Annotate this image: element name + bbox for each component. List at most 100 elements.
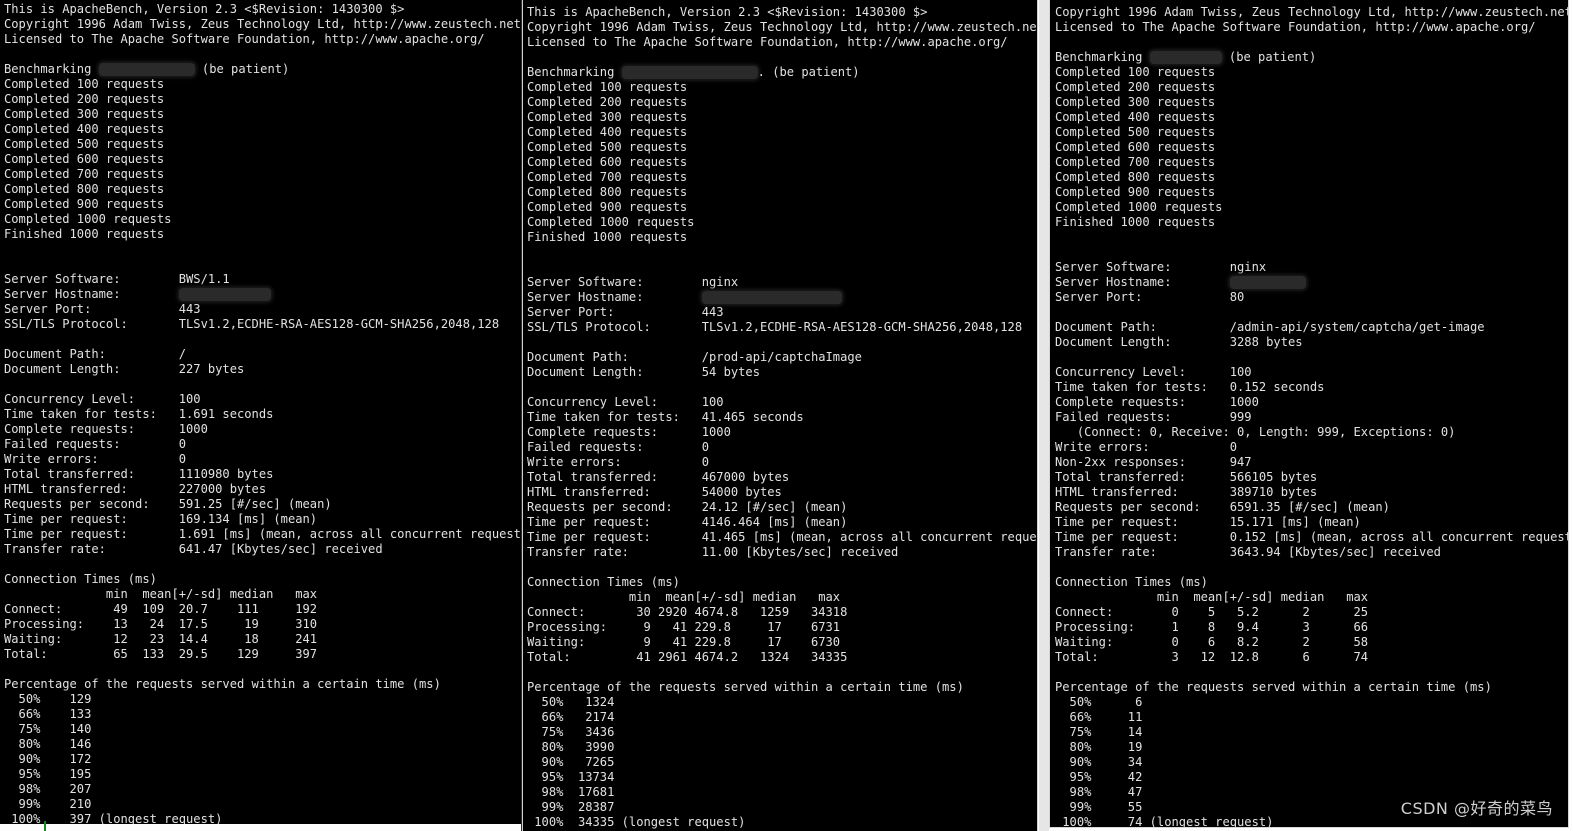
screenshot-collage: This is ApacheBench, Version 2.3 <$Revis…: [0, 0, 1573, 831]
terminal-line: Completed 300 requests: [4, 107, 165, 121]
terminal-line: Completed 200 requests: [4, 92, 165, 106]
terminal-line: Waiting: 0 6 8.2 2 58: [1055, 635, 1369, 649]
terminal-line: Server Hostname:: [1055, 275, 1568, 290]
terminal-line: (Connect: 0, Receive: 0, Length: 999, Ex…: [1055, 425, 1456, 439]
terminal-line: Completed 900 requests: [527, 200, 688, 214]
terminal-line: Concurrency Level: 100: [1055, 365, 1252, 379]
terminal-line: Completed 700 requests: [527, 170, 688, 184]
terminal-line: Connect: 30 2920 4674.8 1259 34318: [527, 605, 848, 619]
terminal-line: Time per request: 169.134 [ms] (mean): [4, 512, 318, 526]
terminal-line: Document Path: /prod-api/captchaImage: [527, 350, 862, 364]
terminal-line: Document Path: /: [4, 347, 187, 361]
terminal-line: Write errors: 0: [527, 455, 710, 469]
terminal-line: Write errors: 0: [4, 452, 187, 466]
redacted-hostname: [621, 66, 758, 79]
terminal-line: Completed 200 requests: [527, 95, 688, 109]
terminal-line: SSL/TLS Protocol: TLSv1.2,ECDHE-RSA-AES1…: [4, 317, 500, 331]
terminal-line: Server Port: 443: [527, 305, 724, 319]
terminal-line: 100% 34335 (longest request): [527, 815, 746, 829]
terminal-line: Document Length: 54 bytes: [527, 365, 760, 379]
terminal-line: Completed 1000 requests: [1055, 200, 1223, 214]
terminal-line: Completed 800 requests: [1055, 170, 1216, 184]
terminal-line: Copyright 1996 Adam Twiss, Zeus Technolo…: [527, 20, 1038, 34]
redacted-hostname: [701, 291, 842, 304]
redacted-hostname: [1229, 276, 1306, 289]
terminal-panel-2[interactable]: This is ApacheBench, Version 2.3 <$Revis…: [522, 0, 1038, 831]
terminal-line: Completed 500 requests: [527, 140, 688, 154]
terminal-line: Completed 600 requests: [527, 155, 688, 169]
terminal-line: Finished 1000 requests: [1055, 215, 1216, 229]
panel-gap: [1039, 0, 1049, 831]
terminal-line: Percentage of the requests served within…: [4, 677, 441, 691]
terminal-line: Completed 500 requests: [1055, 125, 1216, 139]
terminal-panel-1[interactable]: This is ApacheBench, Version 2.3 <$Revis…: [0, 0, 521, 824]
terminal-line: Completed 900 requests: [4, 197, 165, 211]
terminal-line: Requests per second: 24.12 [#/sec] (mean…: [527, 500, 848, 514]
terminal-line: Server Software: nginx: [1055, 260, 1267, 274]
terminal-panel-3[interactable]: Copyright 1996 Adam Twiss, Zeus Technolo…: [1049, 0, 1569, 828]
terminal-line: 75% 14: [1055, 725, 1143, 739]
terminal-line: Transfer rate: 641.47 [Kbytes/sec] recei…: [4, 542, 383, 556]
terminal-line: Time per request: 4146.464 [ms] (mean): [527, 515, 848, 529]
terminal-line: This is ApacheBench, Version 2.3 <$Revis…: [4, 2, 405, 16]
terminal-line: Benchmarking (be patient): [4, 62, 290, 76]
terminal-line: Connection Times (ms): [4, 572, 157, 586]
terminal-line: Percentage of the requests served within…: [1055, 680, 1492, 694]
terminal-line: Document Path: /admin-api/system/captcha…: [1055, 320, 1485, 334]
terminal-line: Non-2xx responses: 947: [1055, 455, 1252, 469]
terminal-line: 66% 11: [1055, 710, 1143, 724]
terminal-line: Completed 400 requests: [527, 125, 688, 139]
terminal-line: Completed 700 requests: [1055, 155, 1216, 169]
terminal-line: Total transferred: 467000 bytes: [527, 470, 790, 484]
terminal-line: Completed 100 requests: [4, 77, 165, 91]
terminal-line: 98% 17681: [527, 785, 615, 799]
terminal-line: Waiting: 9 41 229.8 17 6730: [527, 635, 841, 649]
terminal-line: Concurrency Level: 100: [4, 392, 201, 406]
terminal-line: HTML transferred: 227000 bytes: [4, 482, 267, 496]
terminal-line: min mean[+/-sd] median max: [1055, 590, 1369, 604]
terminal-line: Connect: 49 109 20.7 111 192: [4, 602, 318, 616]
terminal-line: Time per request: 41.465 [ms] (mean, acr…: [527, 530, 1038, 544]
terminal-line: Concurrency Level: 100: [527, 395, 724, 409]
terminal-line: Benchmarking (be patient): [1055, 50, 1317, 64]
terminal-line: Completed 300 requests: [527, 110, 688, 124]
terminal-line: Completed 600 requests: [4, 152, 165, 166]
terminal-line: SSL/TLS Protocol: TLSv1.2,ECDHE-RSA-AES1…: [527, 320, 1023, 334]
terminal-line: Finished 1000 requests: [527, 230, 688, 244]
terminal-line: 98% 207: [4, 782, 92, 796]
terminal-line: Transfer rate: 11.00 [Kbytes/sec] receiv…: [527, 545, 899, 559]
terminal-line: Percentage of the requests served within…: [527, 680, 964, 694]
terminal-line: This is ApacheBench, Version 2.3 <$Revis…: [527, 5, 928, 19]
terminal-line: Copyright 1996 Adam Twiss, Zeus Technolo…: [1055, 5, 1569, 19]
terminal-line: Completed 700 requests: [4, 167, 165, 181]
terminal-line: Failed requests: 999: [1055, 410, 1252, 424]
terminal-line: Completed 500 requests: [4, 137, 165, 151]
terminal-line: Server Hostname:: [527, 290, 1037, 305]
terminal-line: 90% 34: [1055, 755, 1143, 769]
terminal-line: 95% 13734: [527, 770, 615, 784]
terminal-line: Licensed to The Apache Software Foundati…: [4, 32, 485, 46]
terminal-line: Total: 3 12 12.8 6 74: [1055, 650, 1369, 664]
terminal-line: Processing: 13 24 17.5 19 310: [4, 617, 318, 631]
terminal-line: Completed 1000 requests: [4, 212, 172, 226]
redacted-hostname: [178, 288, 271, 301]
terminal-line: Time taken for tests: 0.152 seconds: [1055, 380, 1325, 394]
terminal-line: 95% 42: [1055, 770, 1143, 784]
watermark-text: CSDN @好奇的菜鸟: [1400, 799, 1553, 818]
terminal-line: Time per request: 1.691 [ms] (mean, acro…: [4, 527, 521, 541]
terminal-line: Licensed to The Apache Software Foundati…: [1055, 20, 1536, 34]
